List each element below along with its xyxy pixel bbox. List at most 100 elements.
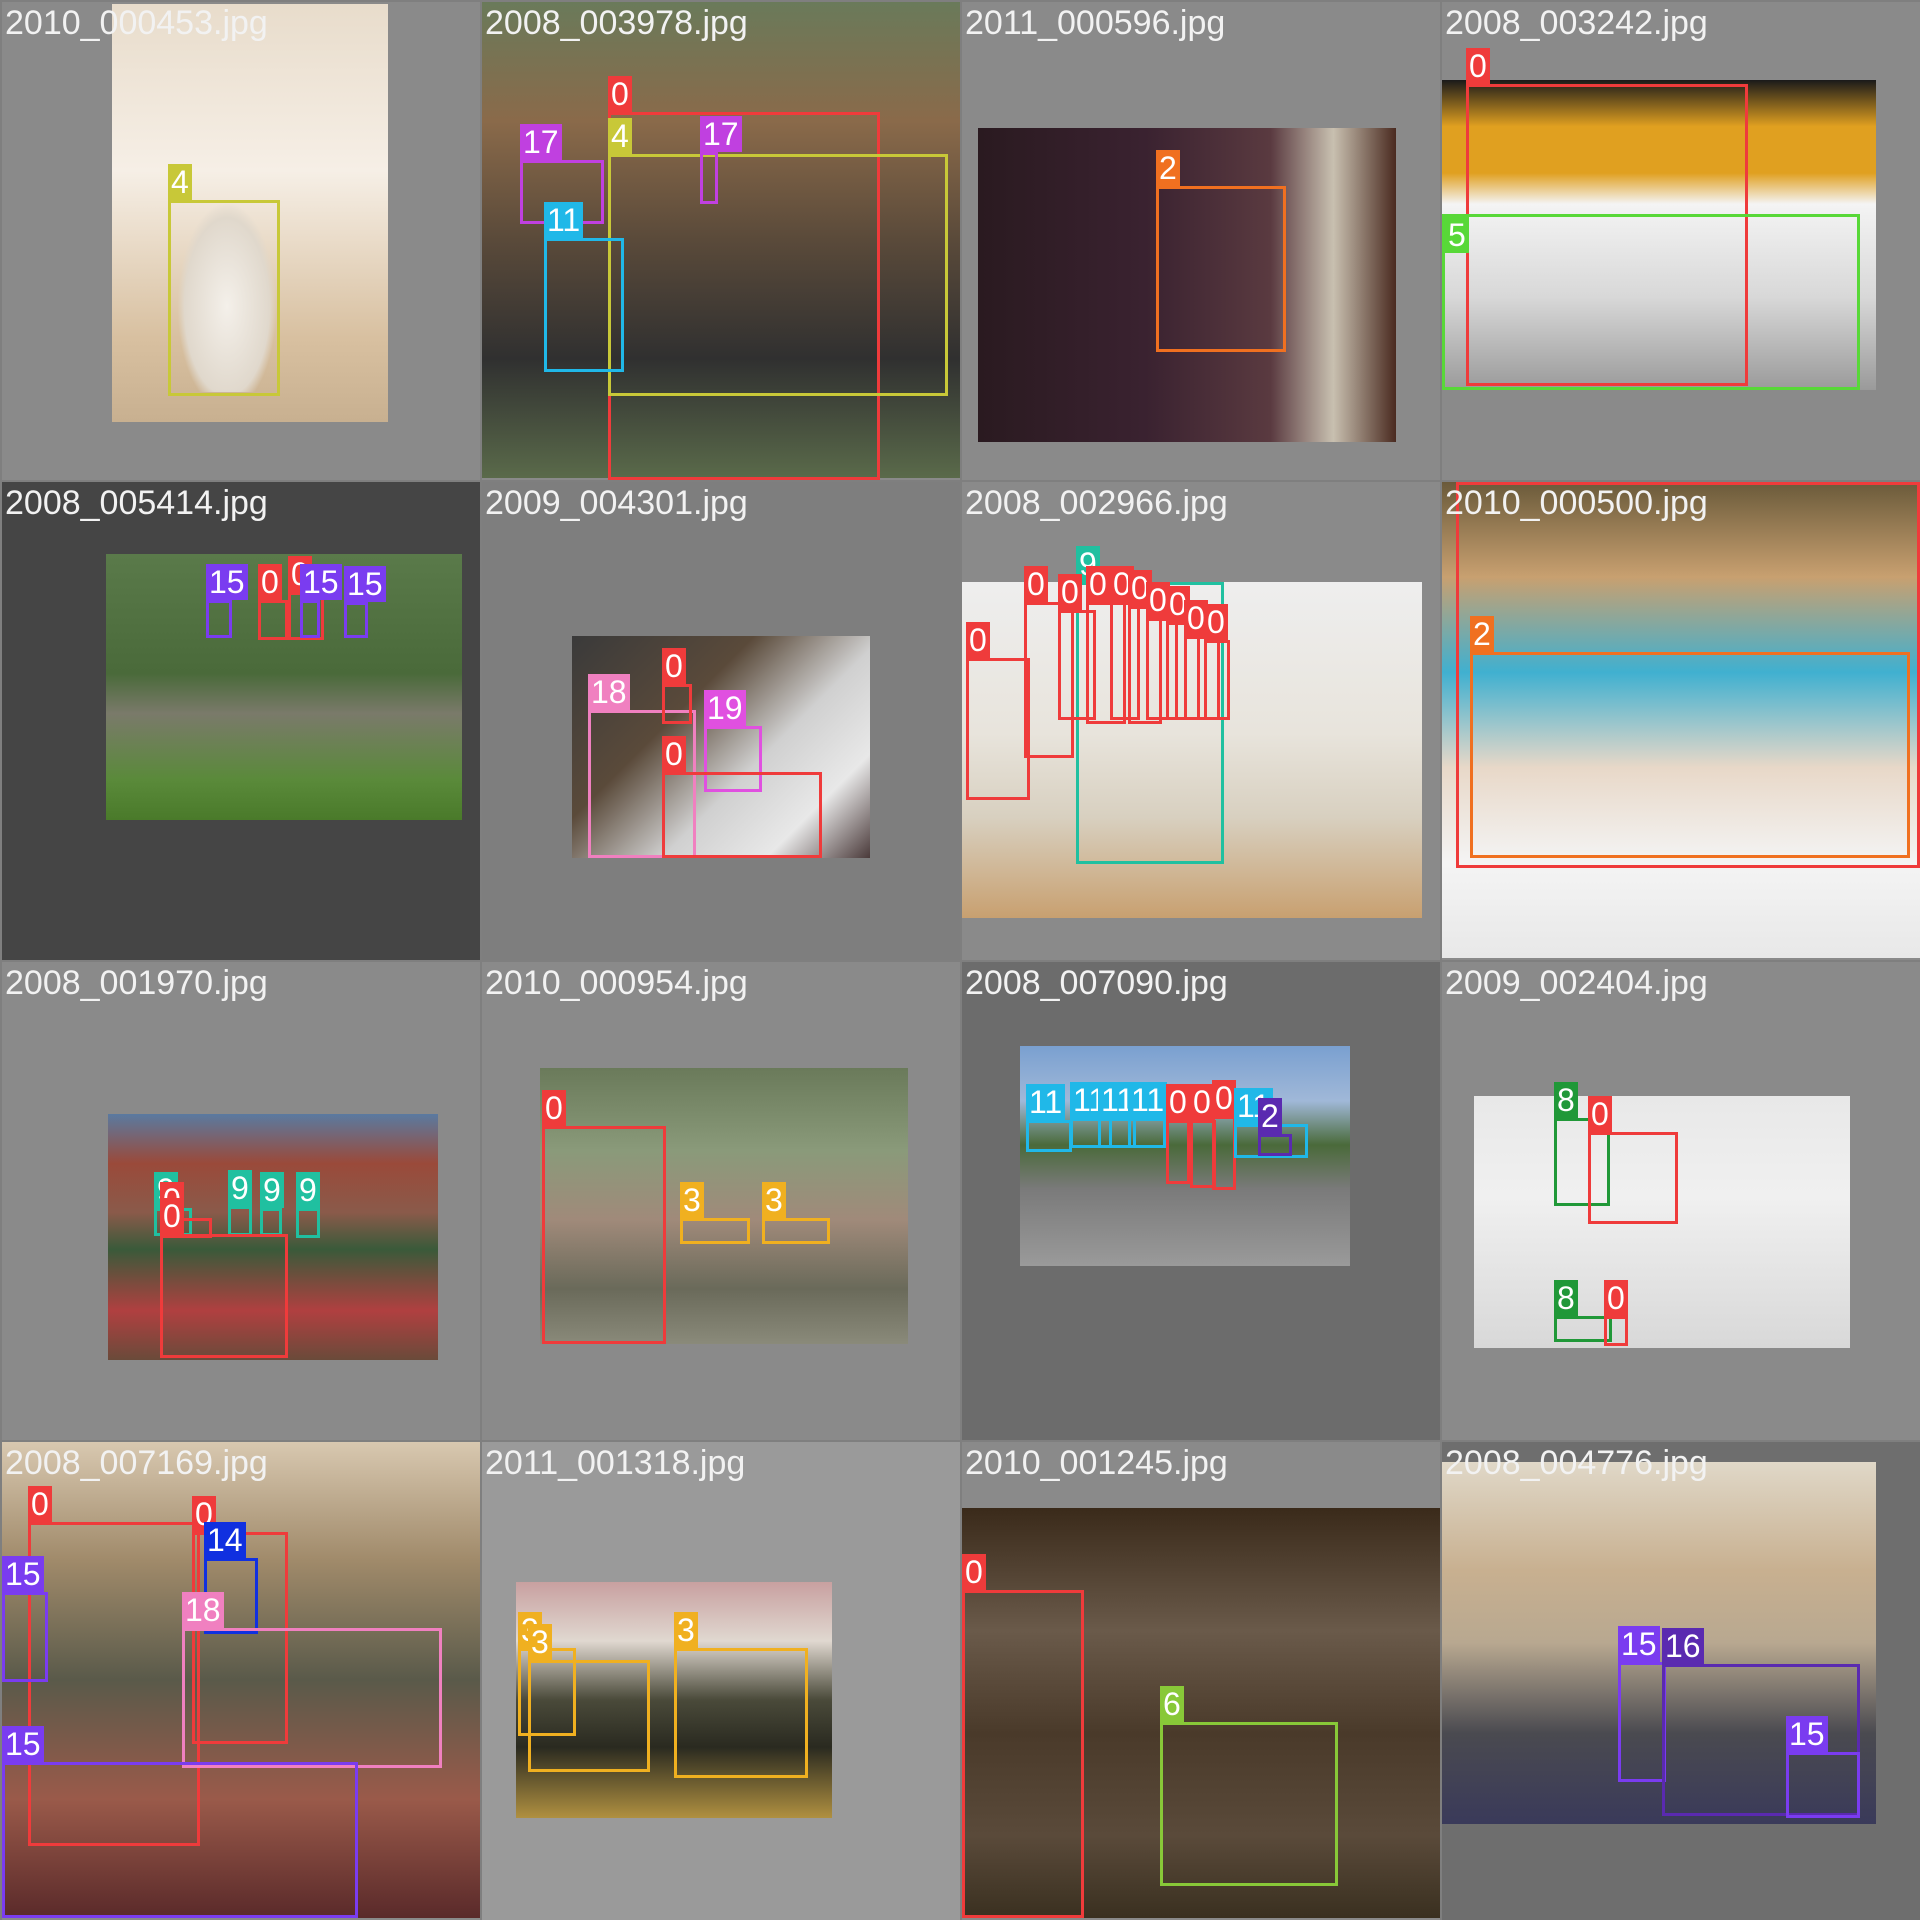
bbox: 9 xyxy=(296,1172,320,1238)
class-label: 2 xyxy=(1470,616,1494,652)
image-tile: 9 9 9 9 0 0 2008_001970.jpg xyxy=(2,962,480,1440)
bbox: 2 xyxy=(1470,616,1910,858)
bbox: 4 xyxy=(608,118,948,396)
bbox: 9 xyxy=(260,1172,284,1236)
image-tile: 0 6 2010_001245.jpg xyxy=(962,1442,1440,1920)
bbox: 0 xyxy=(1212,1080,1236,1190)
class-label: 0 xyxy=(1466,48,1490,84)
bbox: 0 xyxy=(966,622,1030,800)
bbox: 0 xyxy=(1604,1280,1628,1346)
class-label: 15 xyxy=(2,1726,44,1762)
bbox: 11 xyxy=(1128,1082,1168,1148)
class-label: 15 xyxy=(206,564,248,600)
image-tile: 0 0 14 15 18 15 2008_007169.jpg xyxy=(2,1442,480,1920)
bbox: 15 xyxy=(300,564,342,638)
bbox: 0 xyxy=(1588,1096,1678,1224)
bbox: 9 xyxy=(228,1170,252,1236)
class-label: 0 xyxy=(662,736,686,772)
class-label: 0 xyxy=(966,622,990,658)
bbox: 3 xyxy=(762,1182,830,1244)
bbox: 0 xyxy=(258,564,288,640)
bbox: 15 xyxy=(2,1556,48,1682)
filename-label: 2009_004301.jpg xyxy=(485,484,748,522)
class-label: 14 xyxy=(204,1522,246,1558)
image-tile: 2 2011_000596.jpg xyxy=(962,2,1440,480)
class-label: 4 xyxy=(168,164,192,200)
class-label: 2 xyxy=(1156,150,1180,186)
photo xyxy=(106,554,462,820)
class-label: 0 xyxy=(1190,1084,1214,1120)
class-label: 0 xyxy=(662,648,686,684)
bbox: 15 xyxy=(206,564,248,638)
filename-label: 2010_000500.jpg xyxy=(1445,484,1708,522)
image-tile: 0 5 2008_003242.jpg xyxy=(1442,2,1920,480)
class-label: 18 xyxy=(588,674,630,710)
class-label: 0 xyxy=(608,76,632,112)
bbox: 15 xyxy=(1618,1626,1666,1782)
filename-label: 2008_001970.jpg xyxy=(5,964,268,1002)
filename-label: 2010_000453.jpg xyxy=(5,4,268,42)
class-label: 5 xyxy=(1445,217,1469,253)
class-label: 4 xyxy=(608,118,632,154)
bbox: 4 xyxy=(168,164,280,396)
bbox: 3 xyxy=(528,1624,650,1772)
filename-label: 2010_001245.jpg xyxy=(965,1444,1228,1482)
bbox: 0 xyxy=(962,1554,1084,1918)
class-label: 11 xyxy=(544,202,584,238)
filename-label: 2008_003978.jpg xyxy=(485,4,748,42)
class-label: 15 xyxy=(1786,1716,1828,1752)
class-label: 15 xyxy=(1618,1626,1660,1662)
filename-label: 2008_007169.jpg xyxy=(5,1444,268,1482)
bbox: 3 xyxy=(674,1612,808,1778)
class-label: 0 xyxy=(962,1554,986,1590)
bbox: 0 xyxy=(662,648,692,724)
class-label: 15 xyxy=(300,564,342,600)
class-label: 9 xyxy=(228,1170,252,1206)
filename-label: 2008_005414.jpg xyxy=(5,484,268,522)
filename-label: 2010_000954.jpg xyxy=(485,964,748,1002)
image-tile: 0 2 2010_000500.jpg xyxy=(1442,482,1920,960)
filename-label: 2008_007090.jpg xyxy=(965,964,1228,1002)
image-tile: 8 0 8 0 2009_002404.jpg xyxy=(1442,962,1920,1440)
bbox: 15 xyxy=(344,566,386,638)
class-label: 16 xyxy=(1662,1628,1704,1664)
filename-label: 2009_002404.jpg xyxy=(1445,964,1708,1002)
class-label: 0 xyxy=(1604,1280,1628,1316)
class-label: 0 xyxy=(1058,574,1082,610)
bbox: 2 xyxy=(1258,1098,1292,1156)
bbox: 5 xyxy=(1442,214,1860,390)
class-label: 11 xyxy=(1026,1084,1066,1120)
filename-label: 2011_001318.jpg xyxy=(485,1444,746,1482)
filename-label: 2008_003242.jpg xyxy=(1445,4,1708,42)
bbox: 0 xyxy=(160,1198,288,1358)
class-label: 0 xyxy=(258,564,282,600)
class-label: 0 xyxy=(1588,1096,1612,1132)
image-tile: 0 4 17 17 11 2008_003978.jpg xyxy=(482,2,960,480)
bbox: 0 xyxy=(1204,604,1230,720)
bbox: 0 xyxy=(542,1090,666,1344)
class-label: 8 xyxy=(1554,1280,1578,1316)
bbox: 15 xyxy=(1786,1716,1860,1818)
image-tile: 11 11 11 11 0 0 0 11 2 2008_007090.jpg xyxy=(962,962,1440,1440)
class-label: 3 xyxy=(674,1612,698,1648)
image-tile: 3 3 3 2011_001318.jpg xyxy=(482,1442,960,1920)
image-tile: 18 0 19 0 2009_004301.jpg xyxy=(482,482,960,960)
class-label: 17 xyxy=(520,124,562,160)
filename-label: 2011_000596.jpg xyxy=(965,4,1226,42)
bbox: 3 xyxy=(680,1182,750,1244)
bbox: 0 xyxy=(662,736,822,858)
bbox: 6 xyxy=(1160,1686,1338,1886)
mosaic-grid: 4 2010_000453.jpg 0 4 17 17 11 2008_0039… xyxy=(0,0,1920,1920)
class-label: 0 xyxy=(1204,604,1228,640)
class-label: 9 xyxy=(296,1172,320,1208)
filename-label: 2008_004776.jpg xyxy=(1445,1444,1708,1482)
class-label: 6 xyxy=(1160,1686,1184,1722)
bbox: 17 xyxy=(700,116,742,204)
image-tile: 4 2010_000453.jpg xyxy=(2,2,480,480)
bbox: 11 xyxy=(544,202,624,372)
filename-label: 2008_002966.jpg xyxy=(965,484,1228,522)
class-label: 0 xyxy=(1086,566,1110,602)
class-label: 11 xyxy=(1128,1082,1168,1118)
class-label: 3 xyxy=(762,1182,786,1218)
class-label: 9 xyxy=(260,1172,284,1208)
